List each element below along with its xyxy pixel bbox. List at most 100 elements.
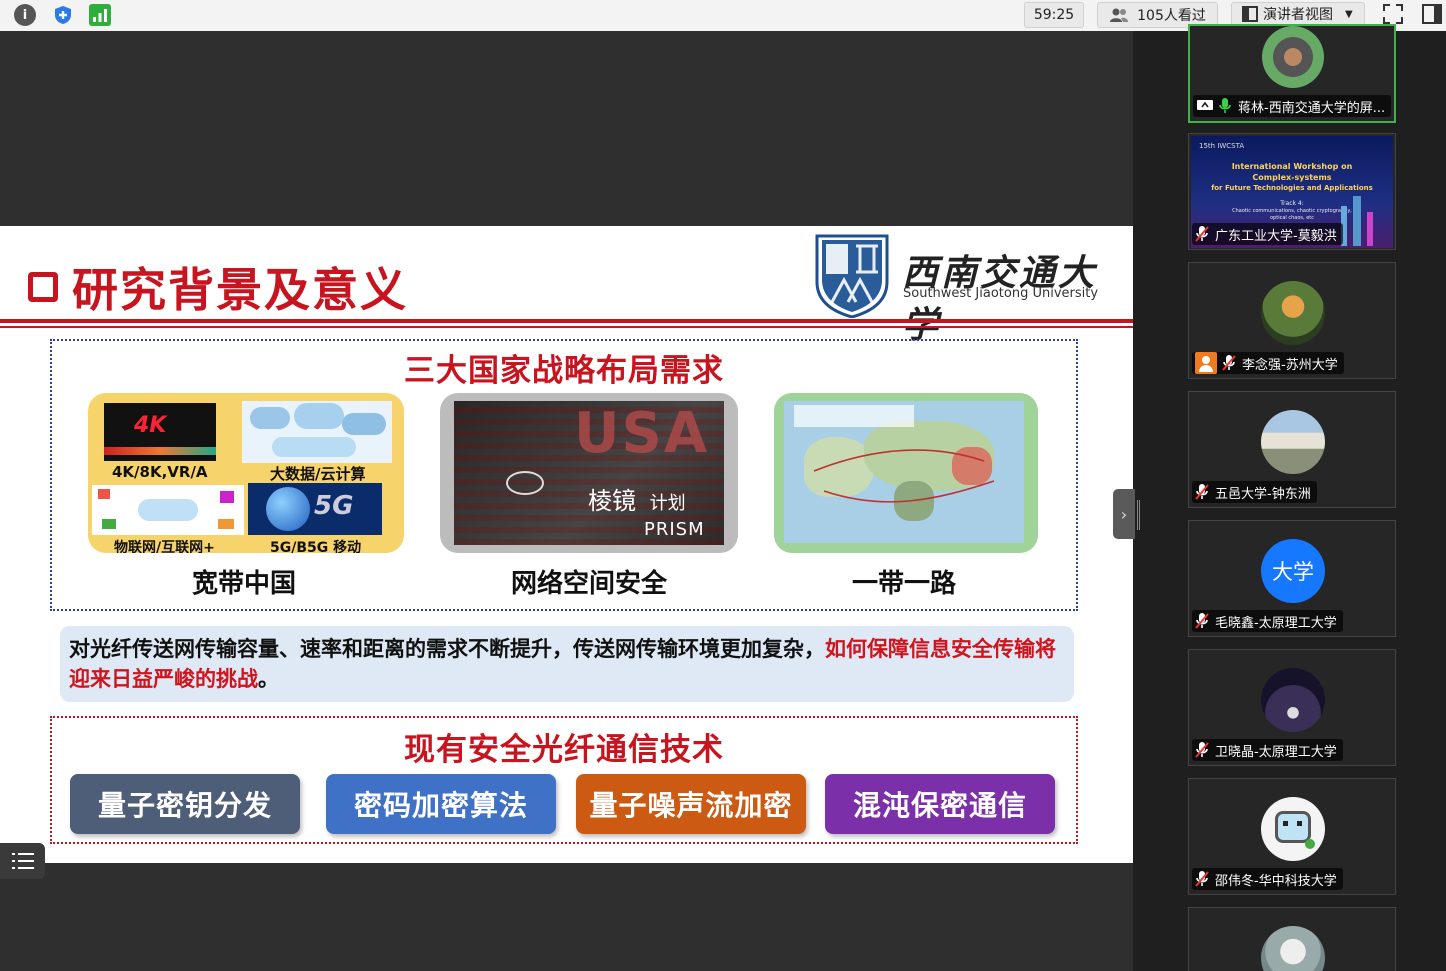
participant-name: 毛晓鑫-太原理工大学	[1215, 615, 1337, 631]
presenter-view-icon	[1242, 6, 1258, 22]
checkbox-bullet-icon	[28, 272, 58, 302]
microphone-muted-icon	[1195, 742, 1209, 758]
security-tech-panel: 现有安全光纤通信技术 量子密钥分发 密码加密算法 量子噪声流加密 混沌保密通信	[50, 716, 1078, 844]
participant-name: 五邑大学-钟东洲	[1215, 486, 1311, 502]
viewer-count-label: 105人看过	[1137, 8, 1206, 24]
participant-name: 蒋林-西南交通大学的屏...	[1238, 100, 1386, 116]
chevron-right-icon: ›	[1120, 504, 1128, 524]
signal-strength-icon[interactable]	[89, 4, 111, 26]
workshop-topics: Chaotic communications, chaotic cryptogr…	[1232, 208, 1352, 214]
participant-tile[interactable]: 蒋林-西南交通大学的屏...	[1188, 24, 1396, 123]
university-logo	[815, 234, 889, 318]
participant-namebar: 邵伟冬-华中科技大学	[1192, 868, 1343, 890]
screen-share-icon	[1197, 100, 1213, 110]
workshop-edition: 15th IWCSTA	[1199, 142, 1245, 150]
4k-image: 4K	[104, 403, 216, 461]
participant-tile[interactable]: 李念强-苏州大学	[1188, 262, 1396, 379]
participant-name: 广东工业大学-莫毅洪	[1215, 228, 1337, 244]
prism-image: USA 棱镜 计划 PRISM	[454, 401, 724, 545]
participant-tile[interactable]	[1188, 907, 1396, 971]
tech-quantum-noise: 量子噪声流加密	[576, 774, 806, 834]
avatar	[1261, 410, 1325, 474]
view-mode-dropdown[interactable]: 演讲者视图 ▼	[1231, 2, 1365, 26]
shared-slide: 研究背景及意义 西南交通大学 Southwest Jiaotong Univer…	[0, 226, 1133, 863]
shield-icon[interactable]	[52, 4, 74, 26]
avatar-text: 大学	[1272, 560, 1314, 584]
participant-name: 卫晓晶-太原理工大学	[1215, 744, 1337, 760]
microphone-muted-icon	[1222, 355, 1236, 371]
belt-road-card	[774, 393, 1038, 553]
iot-image	[92, 485, 244, 535]
5g-label: 5G/B5G 移动	[270, 540, 362, 553]
broadband-card: 4K 4K/8K,VR/A 大数据/云计算 5G 物联网/互联网+ 5G/B5G…	[88, 393, 404, 553]
prism-eye-icon	[506, 471, 544, 495]
participant-tile[interactable]: 五邑大学-钟东洲	[1188, 391, 1396, 508]
panel-resize-handle[interactable]	[1137, 500, 1140, 530]
title-rule-thin	[0, 326, 1133, 328]
participant-tile[interactable]: 邵伟冬-华中科技大学	[1188, 778, 1396, 895]
cybersecurity-card: USA 棱镜 计划 PRISM	[440, 393, 738, 553]
belt-road-map	[784, 401, 1024, 543]
fullscreen-icon[interactable]	[1382, 3, 1404, 25]
avatar	[1261, 797, 1325, 861]
avatar: 大学	[1261, 539, 1325, 603]
participant-namebar: 广东工业大学-莫毅洪	[1192, 223, 1343, 245]
participant-tile[interactable]: 卫晓晶-太原理工大学	[1188, 649, 1396, 766]
list-icon	[11, 853, 34, 869]
workshop-topics-2: optical chaos, etc	[1270, 215, 1314, 221]
participant-namebar: 蒋林-西南交通大学的屏...	[1193, 95, 1392, 117]
participant-name: 李念强-苏州大学	[1242, 357, 1338, 373]
microphone-muted-icon	[1195, 484, 1209, 500]
participant-name: 邵伟冬-华中科技大学	[1215, 873, 1337, 889]
sidebar-toggle-icon[interactable]	[1421, 3, 1443, 25]
cloud-image	[242, 401, 392, 463]
strategy-panel: 三大国家战略布局需求 4K 4K/8K,VR/A 大数据/云计算 5G 物联网/…	[50, 339, 1078, 611]
session-timer: 59:25	[1024, 2, 1084, 28]
participant-tile[interactable]: 15th IWCSTA International Workshop on Co…	[1188, 133, 1396, 250]
slide-title-text: 研究背景及意义	[72, 263, 408, 317]
view-mode-label: 演讲者视图	[1263, 7, 1333, 23]
4k-label: 4K/8K,VR/A	[112, 463, 208, 481]
title-rule	[0, 319, 1133, 323]
presentation-stage: 研究背景及意义 西南交通大学 Southwest Jiaotong Univer…	[0, 31, 1133, 971]
workshop-line2: Complex-systems	[1252, 173, 1332, 182]
participant-namebar: 五邑大学-钟东洲	[1192, 481, 1317, 503]
collapse-panel-button[interactable]: ›	[1113, 489, 1135, 539]
participant-namebar: 李念强-苏州大学	[1192, 352, 1344, 374]
prism-usa-text: USA	[574, 401, 710, 466]
microphone-muted-icon	[1195, 613, 1209, 629]
slide-list-button[interactable]	[0, 843, 45, 879]
prism-plan-text: 计划	[649, 493, 686, 514]
participant-tile[interactable]: 大学 毛晓鑫-太原理工大学	[1188, 520, 1396, 637]
university-name-en: Southwest Jiaotong University	[903, 286, 1099, 301]
tech-qkd: 量子密钥分发	[70, 774, 300, 834]
requirement-note: 对光纤传送网传输容量、速率和距离的需求不断提升，传送网传输环境更加复杂，如何保障…	[60, 626, 1074, 702]
info-icon[interactable]: i	[14, 4, 36, 26]
slide-title: 研究背景及意义	[28, 254, 408, 320]
workshop-line1: International Workshop on	[1231, 162, 1353, 171]
chevron-down-icon: ▼	[1345, 8, 1353, 20]
prism-en-text: PRISM	[644, 519, 705, 540]
security-tech-heading: 现有安全光纤通信技术	[404, 732, 724, 768]
participant-namebar: 毛晓鑫-太原理工大学	[1192, 610, 1343, 632]
workshop-track: Track 4:	[1280, 200, 1304, 207]
microphone-active-icon	[1219, 98, 1231, 113]
avatar	[1261, 668, 1325, 732]
avatar	[1262, 26, 1324, 88]
note-plain-text: 对光纤传送网传输容量、速率和距离的需求不断提升，传送网传输环境更加复杂，	[69, 637, 825, 661]
note-end-text: 。	[258, 667, 279, 691]
microphone-muted-icon	[1195, 226, 1209, 242]
participant-namebar: 卫晓晶-太原理工大学	[1192, 739, 1343, 761]
tech-cipher: 密码加密算法	[326, 774, 556, 834]
prism-cn-text: 棱镜	[588, 487, 636, 515]
cybersecurity-label: 网络空间安全	[510, 569, 667, 599]
broadband-label: 宽带中国	[191, 569, 296, 599]
cloud-label: 大数据/云计算	[270, 465, 366, 483]
microphone-muted-icon	[1195, 871, 1209, 887]
iot-label: 物联网/互联网+	[114, 540, 215, 553]
workshop-line3: for Future Technologies and Applications	[1211, 184, 1373, 192]
avatar	[1261, 926, 1325, 971]
strategy-heading: 三大国家战略布局需求	[404, 353, 724, 389]
avatar	[1261, 281, 1325, 345]
tech-chaos: 混沌保密通信	[825, 774, 1055, 834]
